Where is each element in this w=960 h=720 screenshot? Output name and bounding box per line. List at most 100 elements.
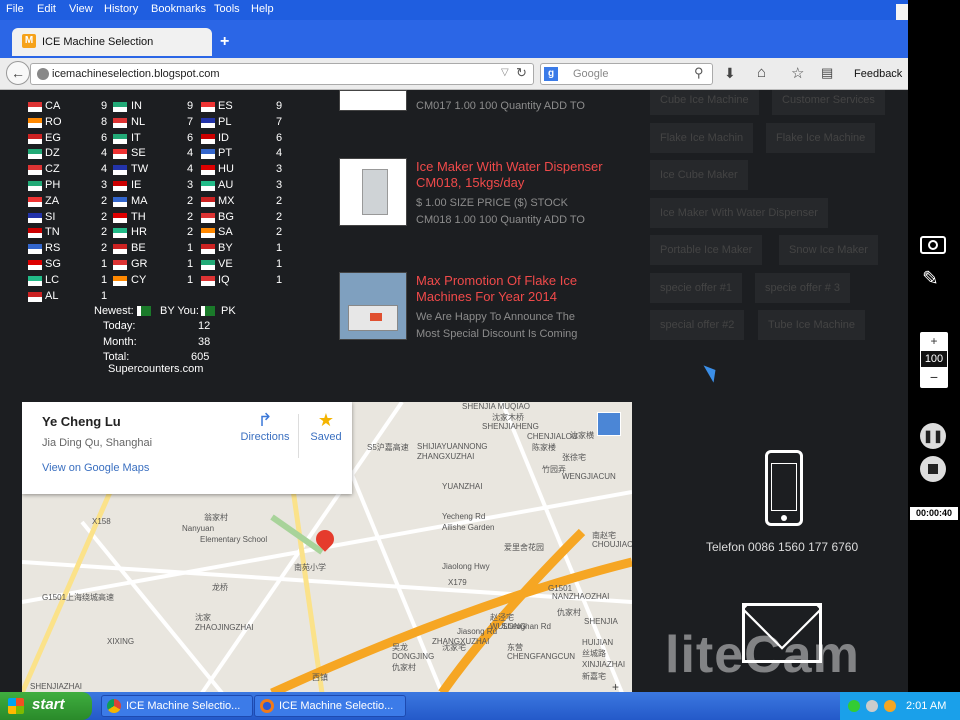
menu-tools[interactable]: Tools — [214, 3, 240, 15]
search-box[interactable]: g Google ⚲ — [540, 63, 713, 85]
menu-history[interactable]: History — [104, 3, 138, 15]
reader-icon[interactable]: ▤ — [821, 65, 833, 81]
country-code: ID — [218, 131, 229, 144]
country-code: NL — [131, 115, 146, 128]
label-tag[interactable]: Snow Ice Maker — [779, 235, 878, 265]
map-label: XINJIAZHAI — [582, 660, 626, 669]
menu-view[interactable]: View — [69, 3, 93, 15]
label-tag[interactable]: Customer Services — [772, 90, 885, 115]
country-flag-icon — [28, 260, 42, 270]
pencil-icon[interactable]: ✎ — [922, 266, 939, 291]
post-thumbnail[interactable] — [339, 272, 407, 340]
view-on-google-maps-link[interactable]: View on Google Maps — [42, 462, 149, 474]
country-flag-icon — [28, 275, 42, 286]
country-flag-icon — [201, 196, 215, 207]
search-placeholder: Google — [573, 68, 609, 80]
street-view-pegman-icon[interactable] — [597, 412, 621, 436]
country-count: 6 — [101, 131, 108, 144]
taskbar-item-label: ICE Machine Selectio... — [126, 700, 241, 712]
country-flag-icon — [113, 181, 127, 191]
map-label: YUANZHAI — [442, 482, 483, 491]
label-tag[interactable]: Portable Ice Maker — [650, 235, 763, 265]
country-count: 2 — [101, 210, 108, 223]
volume-up-button[interactable]: + — [920, 334, 948, 348]
country-count: 2 — [101, 226, 108, 239]
country-flag-icon — [113, 117, 127, 128]
supercounters-link[interactable]: Supercounters.com — [108, 363, 203, 375]
new-tab-button[interactable]: + — [220, 33, 229, 51]
label-tag[interactable]: special offer #2 — [650, 310, 745, 340]
post-title-link[interactable]: Max Promotion Of Flake Ice Machines For … — [416, 273, 616, 305]
label-tag[interactable]: specie offer #1 — [650, 273, 742, 303]
month-label: Month: — [103, 336, 137, 348]
country-count: 1 — [276, 242, 283, 255]
saved-button[interactable]: ★ Saved — [304, 410, 348, 460]
map-label: Elementary School — [200, 535, 268, 544]
post-title-link[interactable]: Ice Maker With Water Dispenser CM018, 15… — [416, 159, 616, 191]
label-tag[interactable]: specie offer # 3 — [755, 273, 851, 303]
country-code: HR — [131, 226, 147, 239]
dropdown-arrow-icon[interactable]: ▽ — [501, 67, 509, 78]
country-code: RO — [45, 115, 62, 128]
map-label: XIXING — [107, 637, 135, 646]
tab-active[interactable]: M ICE Machine Selection — [12, 28, 212, 56]
menu-file[interactable]: File — [6, 3, 24, 15]
map-info-card: Ye Cheng Lu Jia Ding Qu, Shanghai View o… — [22, 402, 352, 494]
download-icon[interactable]: ⬇ — [724, 65, 736, 82]
label-tag[interactable]: Tube Ice Machine — [758, 310, 866, 340]
country-code: PT — [218, 147, 233, 160]
tray-shield-icon[interactable] — [848, 700, 860, 712]
stop-icon[interactable] — [920, 456, 946, 482]
country-count: 2 — [187, 226, 194, 239]
country-flag-icon — [113, 196, 127, 207]
url-bar[interactable]: icemachineselection.blogspot.com ▽ ↻ — [30, 63, 534, 85]
post-text: CM018 1.00 100 Quantity ADD TO — [416, 214, 585, 226]
label-tag[interactable]: Ice Maker With Water Dispenser — [650, 198, 828, 228]
tray-record-icon[interactable] — [884, 700, 896, 712]
map-label: 西镇 — [312, 673, 328, 682]
newest-label: Newest: — [94, 305, 134, 317]
start-button[interactable]: start — [0, 692, 92, 720]
post-thumbnail[interactable] — [339, 90, 407, 111]
country-flag-icon — [201, 228, 215, 239]
label-tag[interactable]: Ice Cube Maker — [650, 160, 748, 190]
menu-help[interactable]: Help — [251, 3, 274, 15]
taskbar-item-chrome[interactable]: ICE Machine Selectio... — [101, 695, 253, 717]
ice-maker-image — [362, 169, 388, 215]
menu-bookmarks[interactable]: Bookmarks — [151, 3, 206, 15]
map-label: ZHANGXUZHAI — [417, 452, 475, 461]
camera-icon[interactable] — [920, 236, 946, 254]
window-control[interactable] — [896, 4, 908, 20]
pause-icon[interactable]: ❚❚ — [920, 423, 946, 449]
country-count: 6 — [276, 131, 283, 144]
tray-network-icon[interactable] — [866, 700, 878, 712]
country-flag-icon — [201, 306, 215, 316]
feedback-button[interactable]: Feedback — [854, 68, 902, 80]
country-flag-icon — [201, 102, 215, 112]
post-thumbnail[interactable] — [339, 158, 407, 226]
saved-label: Saved — [310, 431, 342, 443]
directions-button[interactable]: ↱ Directions — [232, 410, 298, 460]
home-icon[interactable]: ⌂ — [757, 64, 766, 81]
label-tag[interactable]: Flake Ice Machin — [650, 123, 754, 153]
map-label: SHIJIAYUANNONG — [417, 442, 488, 451]
google-map[interactable]: 莫泰168旅店SHENJIA MUQIAO沈家木桥CHENJIALOU陈家楼SH… — [22, 402, 632, 693]
country-code: GR — [131, 258, 148, 270]
volume-down-button[interactable]: − — [920, 369, 948, 385]
country-count: 1 — [187, 273, 194, 286]
reload-icon[interactable]: ↻ — [516, 65, 527, 81]
label-tag[interactable]: Flake Ice Machine — [766, 123, 876, 153]
country-count: 3 — [276, 179, 283, 191]
country-code: ZA — [45, 194, 60, 207]
back-arrow-icon[interactable]: ← — [6, 61, 30, 85]
label-tag[interactable]: Cube Ice Machine — [650, 90, 759, 115]
taskbar-item-firefox[interactable]: ICE Machine Selectio... — [254, 695, 406, 717]
country-count: 3 — [187, 179, 194, 191]
bookmark-star-icon[interactable]: ☆ — [791, 64, 804, 82]
search-icon[interactable]: ⚲ — [694, 65, 704, 81]
volume-control[interactable]: + 100 − — [920, 332, 948, 388]
country-count: 9 — [276, 100, 283, 112]
country-count: 6 — [187, 131, 194, 144]
menu-edit[interactable]: Edit — [37, 3, 56, 15]
google-icon[interactable]: g — [544, 67, 558, 81]
